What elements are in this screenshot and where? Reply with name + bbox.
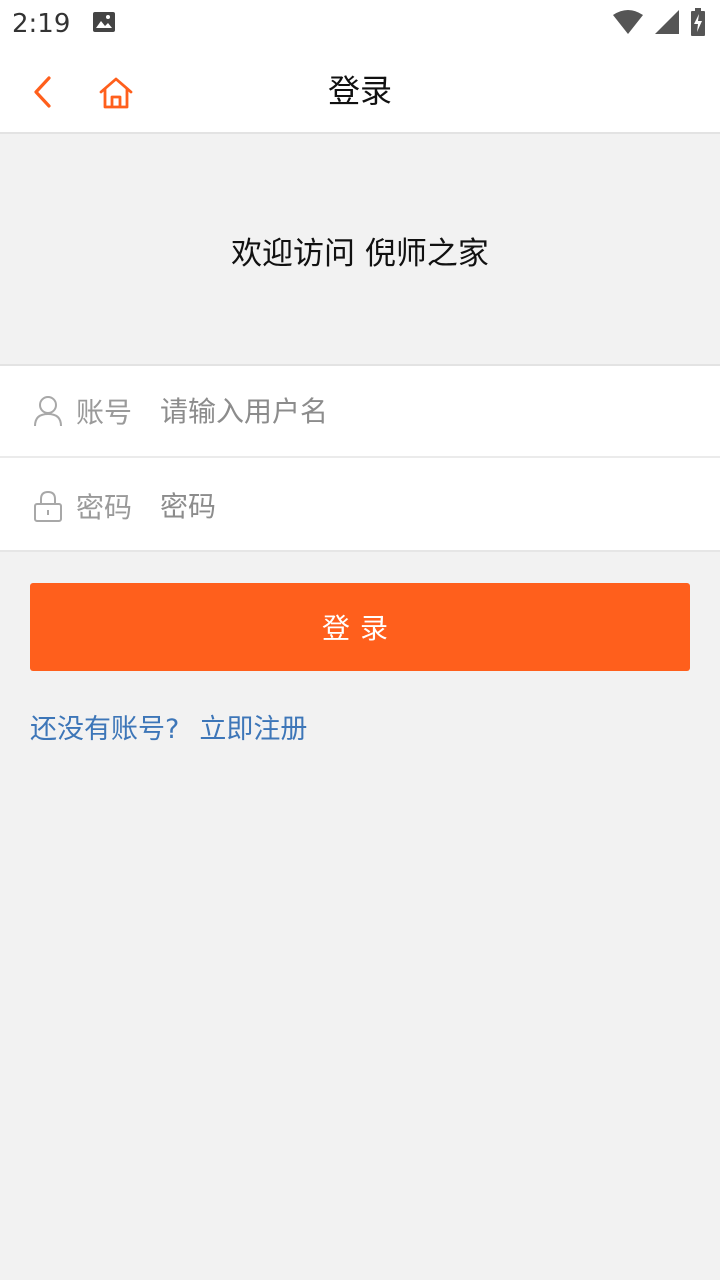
user-icon [32, 395, 64, 427]
battery-charging-icon [690, 8, 706, 40]
image-icon [92, 10, 116, 38]
signal-icon [654, 9, 680, 39]
home-button[interactable] [95, 72, 137, 114]
status-left: 2:19 [12, 9, 116, 39]
chevron-left-icon [34, 76, 51, 108]
register-prompt: 还没有账号? [30, 713, 180, 745]
register-row: 还没有账号? 立即注册 [30, 706, 307, 746]
back-button[interactable] [22, 72, 62, 112]
nav-bar: 登录 [0, 48, 720, 134]
wifi-icon [612, 9, 644, 39]
login-button[interactable]: 登录 [30, 583, 690, 671]
password-row: 密码 [0, 460, 720, 552]
username-input[interactable] [160, 381, 720, 441]
password-input[interactable] [160, 476, 720, 536]
username-label: 账号 [76, 396, 133, 429]
status-right [612, 8, 706, 40]
username-row: 账号 [0, 366, 720, 458]
login-form: 账号 密码 [0, 364, 720, 552]
home-icon [99, 77, 133, 109]
status-time: 2:19 [12, 9, 71, 39]
welcome-banner: 欢迎访问 倪师之家 [0, 136, 720, 364]
lock-icon [32, 490, 64, 522]
status-bar: 2:19 [0, 0, 720, 48]
password-label: 密码 [76, 491, 133, 524]
welcome-text: 欢迎访问 倪师之家 [231, 235, 489, 272]
register-link[interactable]: 立即注册 [199, 707, 307, 746]
